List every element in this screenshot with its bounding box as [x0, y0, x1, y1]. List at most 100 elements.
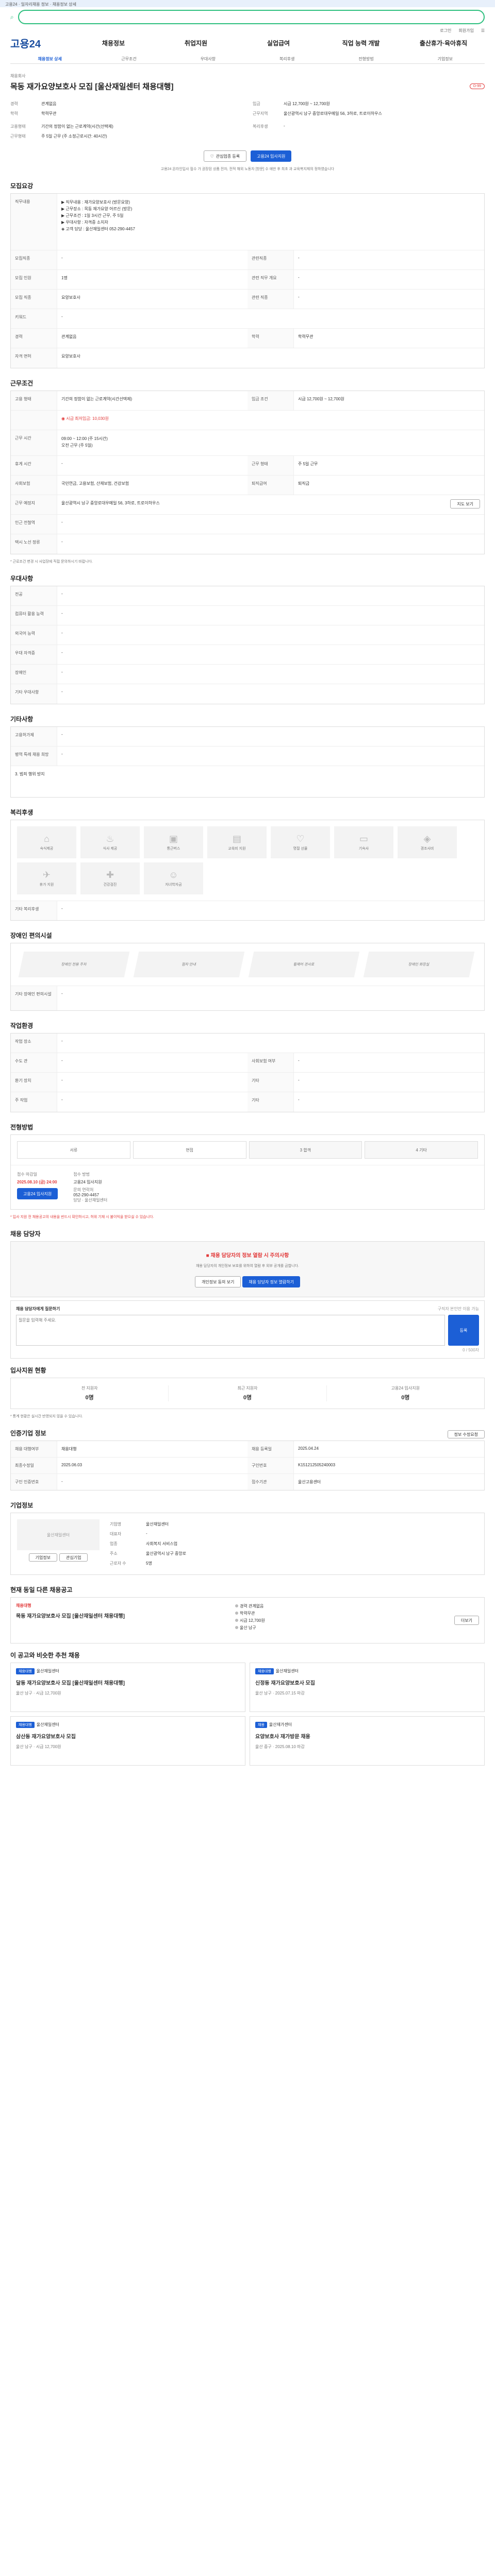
job-summary: 채용회사 목동 재가요양보호사 모집 [울산재일센터 채용대행] D-99 경력…	[10, 64, 485, 174]
emp-type-key: 고용형태	[10, 124, 26, 129]
r1-value: 1명	[61, 276, 68, 280]
company-logo: 울산재일센터	[17, 1519, 100, 1550]
nav-benefit[interactable]: 실업급여	[237, 39, 320, 47]
process-apply-button[interactable]: 고용24 입사지원	[17, 1188, 58, 1199]
condition-table: 고용 형태 기간의 정함이 없는 근로계약(시간선택제) 임금 조건 시급 12,70…	[10, 391, 485, 554]
condition-note: * 근로조건 변경 시 사업장에 직접 문의하시기 바랍니다.	[10, 560, 93, 564]
save-job-button[interactable]: ♡ 관심업종 등록	[203, 150, 247, 162]
nav-leave[interactable]: 출산휴가·육아휴직	[402, 39, 485, 47]
tab-detail[interactable]: 채용정보 상세	[10, 56, 89, 62]
same-job-card[interactable]: 채용대행 목동 재가요양보호사 모집 [울산재일센터 채용대행] 경력 관계없음…	[10, 1597, 485, 1643]
rec-card[interactable]: 채용대행 울산재일센터 신정동 재가요양보호사 모집 울산 남구 · 2025.07.…	[250, 1663, 485, 1712]
join-link[interactable]: 회원가입	[458, 28, 473, 33]
i1-key2: 구인번호	[248, 1458, 294, 1473]
rec-title[interactable]: 삼산동 재가요양보호사 모집	[16, 1732, 240, 1740]
same-title[interactable]: 목동 재가요양보호사 모집 [울산재일센터 채용대행]	[16, 1612, 225, 1619]
work-heading: 작업환경	[10, 1022, 34, 1029]
nav-training[interactable]: 직업 능력 개발	[320, 39, 402, 47]
nav-jobs[interactable]: 채용정보	[72, 39, 155, 47]
r1-value2: -	[298, 275, 300, 280]
menu-icon[interactable]: ☰	[481, 28, 485, 33]
manager-box: ■ 채용 담당자의 정보 열람 시 주의사항 채용 담당자의 개인정보 보호를 …	[10, 1241, 485, 1297]
r0-value: -	[61, 256, 63, 260]
nav-support[interactable]: 취업지원	[155, 39, 237, 47]
tab-condition[interactable]: 근무조건	[89, 56, 168, 62]
question-submit-button[interactable]: 등록	[448, 1315, 479, 1346]
i0-key: 채용 대행여부	[11, 1441, 57, 1457]
rec-title[interactable]: 달동 재가요양보호사 모집 [울산재일센터 채용대행]	[16, 1679, 240, 1686]
e0-value: -	[61, 732, 63, 737]
privacy-consent-button[interactable]: 개인정보 동의 보기	[194, 1276, 241, 1287]
company-label: 채용회사	[10, 74, 26, 78]
c4-value2: 퇴직금	[298, 481, 310, 486]
welfare-item: ✚ 건강검진	[80, 862, 140, 894]
r4-value: 관계없음	[61, 334, 77, 339]
rec-card[interactable]: 채용대행 울산재일센터 달동 재가요양보호사 모집 [울산재일센터 채용대행] 울산 …	[10, 1663, 245, 1712]
step-document: 서류	[17, 1141, 130, 1159]
contact-value: 052-290-4457	[73, 1193, 100, 1197]
map-button[interactable]: 지도 보기	[450, 499, 480, 509]
rec-title[interactable]: 신정동 재가요양보호사 모집	[255, 1679, 479, 1686]
i2-value: -	[61, 1479, 63, 1484]
welfare-item: ▤ 교육비 지원	[207, 826, 267, 858]
save-job-label: 관심업종 등록	[216, 154, 240, 159]
welfare-item: ▭ 기숙사	[334, 826, 393, 858]
r0-key2: 관련직종	[248, 250, 294, 269]
p5-key: 기타 우대사항	[11, 684, 57, 704]
util-bar: 로그인 회원가입 ☰	[0, 27, 495, 34]
work-type-key: 근무형태	[10, 134, 26, 139]
pref-heading: 우대사항	[10, 575, 34, 582]
welfare-item: ♡ 명절 선물	[271, 826, 330, 858]
login-link[interactable]: 로그인	[440, 28, 451, 33]
welfare-label: 건강검진	[103, 883, 117, 887]
w1-key2: 사회보험 여부	[248, 1053, 294, 1072]
welfare-item: ▣ 통근버스	[144, 826, 203, 858]
search-input[interactable]	[18, 10, 485, 24]
w3-value: -	[61, 1097, 63, 1102]
apply-button[interactable]: 고용24 입사지원	[251, 150, 292, 162]
step-etc: 4 기타	[365, 1141, 478, 1159]
same-more-button[interactable]: 더보기	[454, 1616, 479, 1625]
welfare-other-key: 기타 복리후생	[11, 901, 57, 920]
i2-key: 구인 인증번호	[11, 1474, 57, 1490]
manager-heading: 채용 담당자	[10, 1230, 41, 1238]
w3-key: 주 작업	[11, 1092, 57, 1112]
welfare-label: 통근버스	[167, 847, 180, 851]
company-info-button[interactable]: 기업정보	[28, 1553, 57, 1562]
co4-value: 5명	[146, 1561, 152, 1566]
tab-welfare[interactable]: 복리후생	[248, 56, 326, 62]
info-edit-button[interactable]: 정보 수정요청	[447, 1430, 485, 1438]
welfare-label: 기숙사	[358, 847, 369, 851]
view-manager-button[interactable]: 채용 담당자 정보 열람하기	[242, 1276, 301, 1287]
tab-process[interactable]: 전형방법	[326, 56, 405, 62]
work-type-value: 주 5일 근무 (주 소정근로시간: 40시간)	[41, 134, 107, 139]
p3-key: 우대 자격증	[11, 645, 57, 664]
question-count: 0 / 500자	[463, 1348, 479, 1352]
c2-key: 근무 시간	[11, 430, 57, 455]
career-key: 경력	[10, 101, 18, 106]
rec-title[interactable]: 요양보호사 재가방문 채용	[255, 1732, 479, 1740]
r5-key: 자격 면허	[11, 348, 57, 368]
stats-box: 전 지원자 0명 최근 지원자 0명 고용24 입사지원 0명	[10, 1378, 485, 1409]
stat-label: 전 지원자	[81, 1386, 98, 1391]
contact-key: 문의 연락처	[73, 1188, 94, 1192]
work-table: 작업 장소 - 수도 관 - 사회보험 여부 - 환기 장치 - 기타 - 주 작업 - 기타 -	[10, 1033, 485, 1112]
site-logo[interactable]: 고용24	[10, 36, 72, 50]
question-input[interactable]	[16, 1315, 445, 1346]
w1-key: 수도 관	[11, 1053, 57, 1072]
tab-preference[interactable]: 우대사항	[169, 56, 248, 62]
rec-card[interactable]: 채용 울산재가센터 요양보호사 재가방문 채용 울산 중구 · 2025.08.10 …	[250, 1716, 485, 1766]
co0-key: 기업명	[110, 1522, 122, 1527]
w1-value2: -	[298, 1058, 300, 1063]
detail-tabs: 채용정보 상세 근무조건 우대사항 복리후생 전형방법 기업정보	[10, 55, 485, 64]
tab-company[interactable]: 기업정보	[406, 56, 485, 62]
w1-value: -	[61, 1058, 63, 1063]
method-value: 고용24 입사지원	[73, 1180, 102, 1184]
disab-heading: 장애인 편의시설	[10, 932, 52, 939]
c7-key: 택시 노선 정류	[11, 534, 57, 554]
c3-value: -	[61, 461, 63, 466]
rec-card[interactable]: 채용대행 울산재일센터 삼산동 재가요양보호사 모집 울산 남구 · 시급 12,70…	[10, 1716, 245, 1766]
w2-value: -	[61, 1078, 63, 1082]
company-follow-button[interactable]: 관심기업	[59, 1553, 88, 1562]
welfare-label: 명절 선물	[293, 847, 308, 851]
